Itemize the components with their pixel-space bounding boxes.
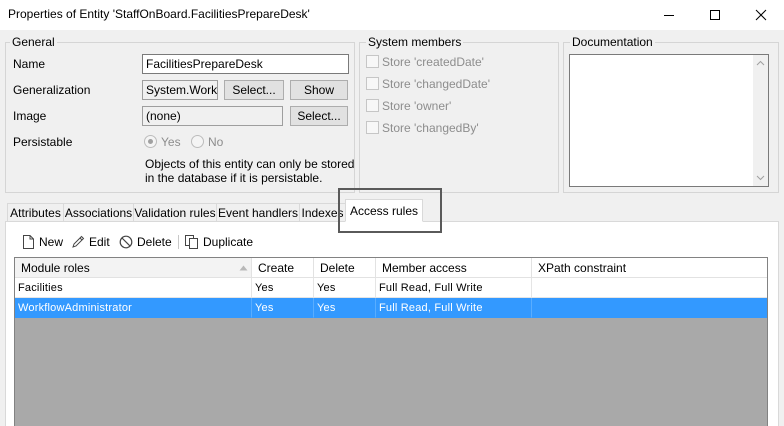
- persistable-no-radio[interactable]: [191, 135, 204, 148]
- column-header-module-roles-label: Module roles: [21, 260, 90, 275]
- column-header-delete[interactable]: Delete: [314, 258, 376, 278]
- highlight-box: [338, 188, 442, 233]
- general-group-title: General: [10, 35, 57, 49]
- persistable-yes-radio[interactable]: [144, 135, 157, 148]
- duplicate-button-label: Duplicate: [203, 235, 254, 249]
- new-button[interactable]: New: [22, 233, 76, 251]
- system-members-title: System members: [366, 35, 464, 49]
- duplicate-button[interactable]: Duplicate: [185, 233, 265, 251]
- column-header-module-roles[interactable]: Module roles: [15, 258, 252, 278]
- persistable-note-line1: Objects of this entity can only be store…: [145, 157, 355, 171]
- cell-member-access: Full Read, Full Write: [376, 278, 532, 298]
- tab-attributes[interactable]: Attributes: [7, 203, 64, 221]
- cell-create: Yes: [252, 298, 314, 318]
- delete-button[interactable]: Delete: [119, 233, 181, 251]
- cell-module-role: Facilities: [15, 278, 252, 298]
- documentation-scrollbar[interactable]: [753, 55, 768, 186]
- new-button-label: New: [39, 235, 64, 249]
- name-label: Name: [13, 57, 46, 71]
- tab-validation-rules[interactable]: Validation rules: [133, 203, 217, 221]
- generalization-select-button[interactable]: Select...: [224, 80, 284, 100]
- delete-button-label: Delete: [137, 235, 172, 249]
- column-header-create[interactable]: Create: [252, 258, 314, 278]
- store-changeddate-label: Store 'changedDate': [382, 77, 490, 91]
- cell-xpath-constraint: [532, 278, 767, 298]
- store-changeddate-checkbox[interactable]: [366, 77, 379, 90]
- cell-delete: Yes: [314, 278, 376, 298]
- store-changedby-checkbox[interactable]: [366, 121, 379, 134]
- new-document-icon: [23, 235, 34, 249]
- maximize-icon: [710, 10, 720, 20]
- store-createddate-label: Store 'createdDate': [382, 55, 484, 69]
- edit-button-label: Edit: [89, 235, 110, 249]
- generalization-field[interactable]: System.Workfl: [142, 80, 218, 100]
- window-title: Properties of Entity 'StaffOnBoard.Facil…: [8, 7, 310, 21]
- scrollbar-arrows-icon: [756, 60, 765, 181]
- generalization-label: Generalization: [13, 83, 91, 97]
- delete-circle-icon: [119, 235, 133, 249]
- radio-selected-dot: [148, 139, 153, 144]
- cell-xpath-constraint: [532, 298, 767, 318]
- minimize-icon: [664, 15, 674, 16]
- persistable-yes-label: Yes: [161, 135, 181, 149]
- store-owner-label: Store 'owner': [382, 99, 452, 113]
- persistable-no-label: No: [208, 135, 224, 149]
- column-header-member-access[interactable]: Member access: [376, 258, 532, 278]
- cell-member-access: Full Read, Full Write: [376, 298, 532, 318]
- generalization-show-button[interactable]: Show: [290, 80, 348, 100]
- table-row[interactable]: Facilities Yes Yes Full Read, Full Write: [15, 278, 767, 298]
- toolbar-separator: [178, 235, 179, 249]
- persistable-note-line2: in the database if it is persistable.: [145, 171, 323, 185]
- close-button[interactable]: [738, 0, 784, 30]
- table-row-selected[interactable]: WorkflowAdministrator Yes Yes Full Read,…: [15, 298, 767, 318]
- name-field[interactable]: FacilitiesPrepareDesk: [142, 54, 349, 74]
- store-changedby-label: Store 'changedBy': [382, 121, 479, 135]
- image-label: Image: [13, 109, 47, 123]
- tab-event-handlers[interactable]: Event handlers: [216, 203, 300, 221]
- maximize-button[interactable]: [692, 0, 738, 30]
- store-owner-checkbox[interactable]: [366, 99, 379, 112]
- duplicate-icon: [185, 235, 198, 249]
- column-header-xpath-constraint[interactable]: XPath constraint: [532, 258, 767, 278]
- cell-create: Yes: [252, 278, 314, 298]
- cell-delete: Yes: [314, 298, 376, 318]
- grid-header: Module roles Create Delete Member access…: [15, 258, 767, 278]
- cell-module-role: WorkflowAdministrator: [15, 298, 252, 318]
- image-select-button[interactable]: Select...: [290, 106, 348, 126]
- documentation-title: Documentation: [570, 35, 655, 49]
- image-field[interactable]: (none): [142, 106, 283, 126]
- persistable-label: Persistable: [13, 135, 73, 149]
- documentation-textarea[interactable]: [569, 54, 769, 187]
- pencil-icon: [72, 235, 85, 248]
- store-createddate-checkbox[interactable]: [366, 55, 379, 68]
- minimize-button[interactable]: [646, 0, 692, 30]
- edit-button[interactable]: Edit: [71, 233, 119, 251]
- title-bar[interactable]: Properties of Entity 'StaffOnBoard.Facil…: [0, 0, 784, 30]
- close-icon: [755, 9, 767, 21]
- sort-ascending-icon: [239, 265, 248, 271]
- access-rules-grid[interactable]: Module roles Create Delete Member access…: [14, 257, 768, 426]
- tab-associations[interactable]: Associations: [63, 203, 134, 221]
